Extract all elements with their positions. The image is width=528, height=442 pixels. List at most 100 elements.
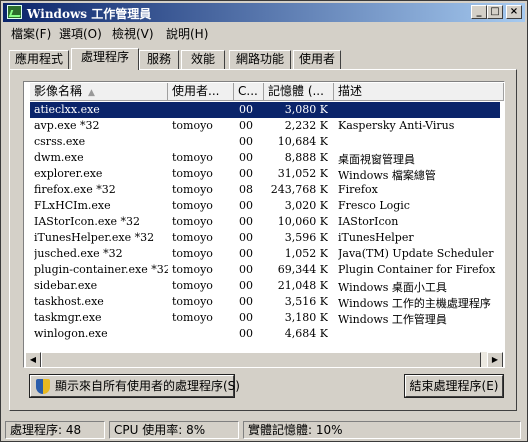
table-row[interactable]: jusched.exe *32 tomoyo 00 1,052 K Java(TM) U… bbox=[30, 246, 500, 262]
table-row[interactable]: iTunesHelper.exe *32 tomoyo 00 3,596 K iTune… bbox=[30, 230, 500, 246]
cell-user: tomoyo bbox=[172, 279, 213, 292]
cell-cpu: 00 bbox=[239, 151, 253, 164]
column-image-name-label: 影像名稱 bbox=[34, 84, 83, 98]
cell-cpu: 00 bbox=[239, 295, 253, 308]
show-all-users-label: 顯示來自所有使用者的處理程序(S) bbox=[55, 379, 240, 393]
status-bar: 處理程序: 48 CPU 使用率: 8% 實體記憶體: 10% bbox=[3, 419, 525, 439]
window-title: Windows 工作管理員 bbox=[27, 7, 152, 21]
cell-image-name: taskhost.exe bbox=[34, 295, 104, 308]
column-memory[interactable]: 記憶體 (... bbox=[264, 83, 334, 101]
cell-user: tomoyo bbox=[172, 247, 213, 260]
tab-networking[interactable]: 網路功能 bbox=[229, 50, 291, 69]
cell-cpu: 00 bbox=[239, 199, 253, 212]
column-description[interactable]: 描述 bbox=[334, 83, 504, 101]
table-row[interactable]: firefox.exe *32 tomoyo 08 243,768 K Firefox bbox=[30, 182, 500, 198]
cell-cpu: 00 bbox=[239, 231, 253, 244]
menu-view[interactable]: 檢視(V) bbox=[112, 25, 154, 42]
cell-memory: 8,888 K bbox=[284, 151, 328, 164]
status-memory-usage: 實體記憶體: 10% bbox=[243, 421, 521, 439]
table-row[interactable]: csrss.exe 00 10,684 K bbox=[30, 134, 500, 150]
cell-image-name: IAStorIcon.exe *32 bbox=[34, 215, 141, 228]
cell-image-name: firefox.exe *32 bbox=[34, 183, 116, 196]
cell-memory: 10,060 K bbox=[277, 215, 328, 228]
menu-help[interactable]: 說明(H) bbox=[166, 25, 208, 42]
cell-description: Windows 工作的主機處理程序 bbox=[338, 297, 491, 310]
cell-cpu: 00 bbox=[239, 279, 253, 292]
menu-options[interactable]: 選項(O) bbox=[59, 25, 102, 42]
scroll-left-icon[interactable]: ◀ bbox=[25, 352, 41, 367]
cell-memory: 3,020 K bbox=[284, 199, 328, 212]
minimize-button[interactable]: _ bbox=[471, 5, 487, 19]
process-list[interactable]: 影像名稱 ▲ 使用者... C... 記憶體 (... 描述 atieclxx.e… bbox=[23, 81, 505, 368]
cell-image-name: iTunesHelper.exe *32 bbox=[34, 231, 155, 244]
close-button[interactable]: × bbox=[506, 5, 522, 19]
cell-cpu: 00 bbox=[239, 135, 253, 148]
list-header: 影像名稱 ▲ 使用者... C... 記憶體 (... 描述 bbox=[30, 83, 504, 101]
cell-description: Windows 工作管理員 bbox=[338, 313, 447, 326]
scrollbar-thumb[interactable] bbox=[41, 352, 481, 367]
cell-image-name: csrss.exe bbox=[34, 135, 86, 148]
task-manager-icon bbox=[7, 5, 22, 19]
table-row[interactable]: explorer.exe tomoyo 00 31,052 K Windows 檔案總管 bbox=[30, 166, 500, 182]
table-row[interactable]: taskhost.exe tomoyo 00 3,516 K Windows 工作的主機… bbox=[30, 294, 500, 310]
end-process-button[interactable]: 結束處理程序(E) bbox=[405, 375, 503, 397]
cell-memory: 3,596 K bbox=[284, 231, 328, 244]
table-row[interactable]: sidebar.exe tomoyo 00 21,048 K Windows 桌面小工具 bbox=[30, 278, 500, 294]
title-bar[interactable]: Windows 工作管理員 _ □ × bbox=[3, 3, 525, 22]
cell-user: tomoyo bbox=[172, 167, 213, 180]
horizontal-scrollbar[interactable]: ◀ ▶ bbox=[25, 352, 503, 367]
cell-image-name: sidebar.exe bbox=[34, 279, 98, 292]
scroll-right-icon[interactable]: ▶ bbox=[487, 352, 503, 367]
table-row[interactable]: avp.exe *32 tomoyo 00 2,232 K Kaspersky Anti… bbox=[30, 118, 500, 134]
cell-image-name: taskmgr.exe bbox=[34, 311, 102, 324]
table-row[interactable]: dwm.exe tomoyo 00 8,888 K 桌面視窗管理員 bbox=[30, 150, 500, 166]
maximize-button[interactable]: □ bbox=[487, 5, 503, 19]
tab-users[interactable]: 使用者 bbox=[293, 50, 341, 69]
cell-cpu: 00 bbox=[239, 311, 253, 324]
cell-description: iTunesHelper bbox=[338, 231, 414, 244]
status-process-count: 處理程序: 48 bbox=[5, 421, 105, 439]
tab-applications[interactable]: 應用程式 bbox=[9, 50, 69, 69]
cell-description: 桌面視窗管理員 bbox=[338, 153, 415, 166]
cell-image-name: FLxHCIm.exe bbox=[34, 199, 111, 212]
cell-description: Java(TM) Update Scheduler bbox=[338, 247, 494, 260]
cell-memory: 3,180 K bbox=[284, 311, 328, 324]
cell-memory: 31,052 K bbox=[277, 167, 328, 180]
cell-cpu: 00 bbox=[239, 119, 253, 132]
cell-image-name: plugin-container.exe *32 bbox=[34, 263, 168, 276]
table-row[interactable]: winlogon.exe 00 4,684 K bbox=[30, 326, 500, 342]
cell-memory: 2,232 K bbox=[284, 119, 328, 132]
cell-cpu: 00 bbox=[239, 167, 253, 180]
cell-image-name: avp.exe *32 bbox=[34, 119, 100, 132]
tab-services[interactable]: 服務 bbox=[139, 50, 179, 69]
table-row[interactable]: plugin-container.exe *32 tomoyo 00 69,344 K… bbox=[30, 262, 500, 278]
cell-image-name: winlogon.exe bbox=[34, 327, 108, 340]
cell-image-name: jusched.exe *32 bbox=[34, 247, 123, 260]
cell-cpu: 00 bbox=[239, 103, 253, 116]
menu-file[interactable]: 檔案(F) bbox=[11, 25, 51, 42]
cell-description: Firefox bbox=[338, 183, 378, 196]
cell-image-name: dwm.exe bbox=[34, 151, 84, 164]
tab-processes[interactable]: 處理程序 bbox=[71, 48, 139, 70]
cell-cpu: 00 bbox=[239, 327, 253, 340]
column-user-name[interactable]: 使用者... bbox=[168, 83, 234, 101]
cell-memory: 3,516 K bbox=[284, 295, 328, 308]
cell-memory: 243,768 K bbox=[270, 183, 328, 196]
table-row[interactable]: atieclxx.exe 00 3,080 K bbox=[30, 102, 500, 118]
column-cpu[interactable]: C... bbox=[234, 83, 264, 101]
cell-user: tomoyo bbox=[172, 151, 213, 164]
column-image-name[interactable]: 影像名稱 ▲ bbox=[30, 83, 168, 101]
show-all-users-button[interactable]: 顯示來自所有使用者的處理程序(S) bbox=[30, 375, 240, 397]
cell-user: tomoyo bbox=[172, 183, 213, 196]
sort-up-icon: ▲ bbox=[88, 88, 95, 98]
cell-memory: 4,684 K bbox=[284, 327, 328, 340]
table-row[interactable]: FLxHCIm.exe tomoyo 00 3,020 K Fresco Logic bbox=[30, 198, 500, 214]
cell-cpu: 00 bbox=[239, 247, 253, 260]
cell-memory: 21,048 K bbox=[277, 279, 328, 292]
table-row[interactable]: taskmgr.exe tomoyo 00 3,180 K Windows 工作管理員 bbox=[30, 310, 500, 326]
status-cpu-usage: CPU 使用率: 8% bbox=[109, 421, 239, 439]
tab-performance[interactable]: 效能 bbox=[181, 50, 225, 69]
cell-user: tomoyo bbox=[172, 263, 213, 276]
cell-memory: 69,344 K bbox=[277, 263, 328, 276]
table-row[interactable]: IAStorIcon.exe *32 tomoyo 00 10,060 K IAStor… bbox=[30, 214, 500, 230]
